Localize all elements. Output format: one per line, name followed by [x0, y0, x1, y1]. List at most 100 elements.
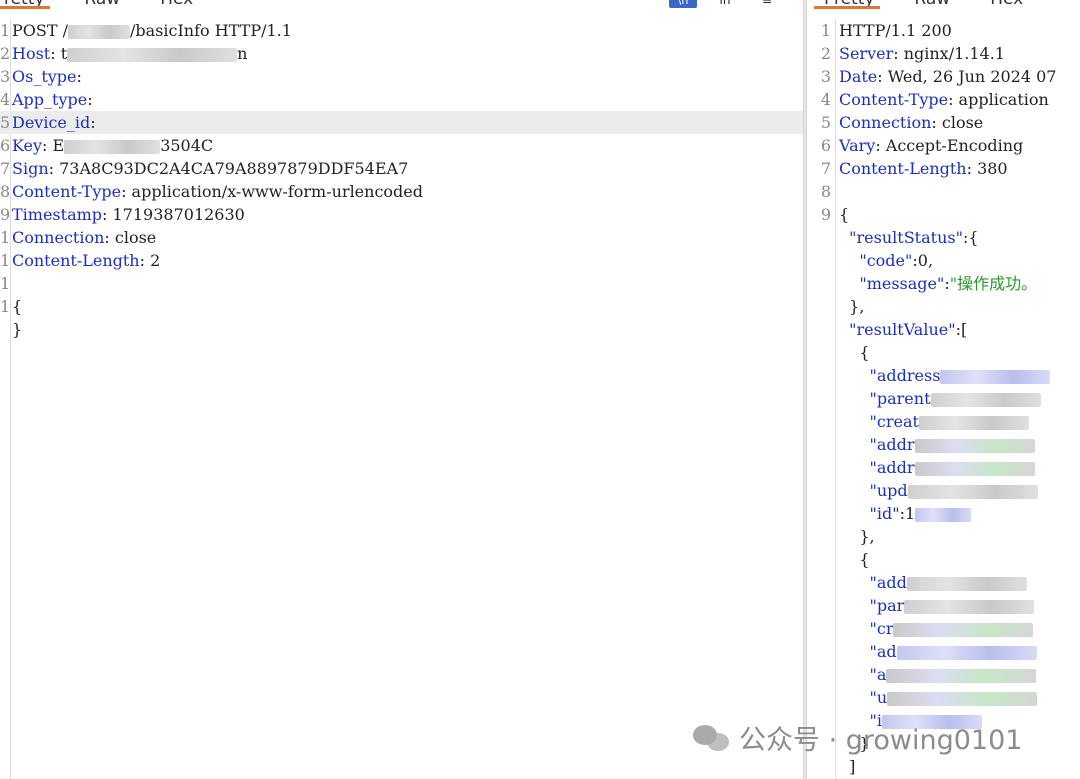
line-content: "upd — [839, 479, 1038, 502]
line-number: 2 — [0, 44, 9, 63]
text-value: : — [87, 90, 93, 109]
text-value: : application/x-www-form-urlencoded — [121, 182, 423, 201]
text-value: HTTP/1.1 200 — [839, 21, 952, 40]
line-number: 12 — [0, 274, 9, 293]
text-value: : 1719387012630 — [102, 205, 245, 224]
request-tabs: Pretty Raw Hex — [0, 0, 233, 9]
line-content: Timestamp: 1719387012630 — [12, 203, 245, 226]
text-value: } — [12, 320, 23, 339]
redacted-text — [940, 369, 1051, 384]
line-content: "addr — [839, 433, 1035, 456]
response-editor[interactable]: 1 HTTP/1.1 200 2 Server: nginx/1.14.1 3 Date:… — [807, 19, 1080, 779]
line-number: 1 — [0, 21, 9, 40]
line-number: 6 — [0, 136, 9, 155]
request-editor[interactable]: 1 POST / /basicInfo HTTP/1.1 2 Host: t n 3 Os_t… — [0, 19, 803, 779]
code-line: 1 POST / /basicInfo HTTP/1.1 — [0, 19, 803, 42]
text-value: : nginx/1.14.1 — [893, 44, 1005, 63]
text-value: :1 — [899, 504, 916, 523]
code-line: "cr — [807, 617, 1080, 640]
header-key: Server — [839, 44, 894, 63]
redacted-text — [896, 645, 1037, 660]
request-pane: Pretty Raw Hex \n ln ≡ 1POST / /basicInfo… — [0, 0, 803, 779]
line-number: 6 — [820, 136, 831, 155]
line-content: "parent — [839, 387, 1041, 410]
header-key: Content-Length — [839, 159, 967, 178]
line-content: Content-Type: application — [839, 88, 1049, 111]
header-key: Sign — [12, 159, 49, 178]
code-line: 2 Host: t n — [0, 42, 803, 65]
line-content: "resultStatus":{ — [839, 226, 978, 249]
redacted-text — [914, 461, 1035, 476]
line-content: "code":0, — [839, 249, 933, 272]
line-content: Connection: close — [839, 111, 983, 134]
line-content: { — [12, 295, 22, 318]
redacted-text — [907, 484, 1038, 499]
tab-hex[interactable]: Hex — [990, 0, 1023, 9]
line-number: 11 — [0, 251, 9, 270]
code-line: 7 Sign: 73A8C93DC2A4CA79A8897879DDF54EA7 — [0, 157, 803, 180]
header-key: "par — [839, 596, 905, 615]
line-numbers-toggle-icon[interactable]: \n — [669, 0, 697, 8]
redacted-text — [904, 599, 1035, 614]
line-number: 13 — [0, 297, 9, 316]
line-content: { — [839, 341, 869, 364]
code-line: 4 Content-Type: application — [807, 88, 1080, 111]
line-content: Host: t n — [12, 42, 247, 65]
tab-pretty[interactable]: Pretty — [0, 0, 51, 9]
text-value: POST / — [12, 21, 68, 40]
header-key: Host — [12, 44, 51, 63]
line-number: 7 — [820, 159, 831, 178]
tab-raw[interactable]: Raw — [84, 0, 120, 9]
code-line: 3 Date: Wed, 26 Jun 2024 07 — [807, 65, 1080, 88]
header-key: Vary — [839, 136, 876, 155]
code-line: "address — [807, 364, 1080, 387]
line-number: 3 — [820, 67, 831, 86]
tab-hex[interactable]: Hex — [160, 0, 193, 9]
code-line: "u — [807, 686, 1080, 709]
line-content: Content-Type: application/x-www-form-url… — [12, 180, 423, 203]
header-key: Key — [12, 136, 43, 155]
code-line: 3 Os_type: — [0, 65, 803, 88]
text-value: : 2 — [139, 251, 161, 270]
header-key: Content-Type — [12, 182, 122, 201]
line-content: ] — [839, 755, 855, 778]
line-number: 4 — [820, 90, 831, 109]
code-line: "code":0, — [807, 249, 1080, 272]
response-pane: Pretty Raw Hex 1 HTTP/1.1 200 2 Server: ngi… — [807, 0, 1080, 779]
code-line: }, — [807, 295, 1080, 318]
code-line: 5 Device_id: — [0, 111, 803, 134]
line-content: Server: nginx/1.14.1 — [839, 42, 1005, 65]
line-content: "address — [839, 364, 1051, 387]
tab-raw[interactable]: Raw — [914, 0, 950, 9]
text-value: : 380 — [966, 159, 1008, 178]
text-value: /basicInfo HTTP/1.1 — [130, 21, 292, 40]
code-line: "message":"操作成功。 — [807, 272, 1080, 295]
header-key: "upd — [839, 481, 908, 500]
watermark-text: 公众号 · growing0101 — [739, 725, 1023, 756]
header-key: Date — [839, 67, 878, 86]
redacted-text — [64, 139, 161, 154]
code-line: "ad — [807, 640, 1080, 663]
text-value: : close — [931, 113, 984, 132]
line-content: "par — [839, 594, 1035, 617]
text-value: :0, — [912, 251, 934, 270]
redacted-text — [68, 24, 130, 39]
line-content: Os_type: — [12, 65, 82, 88]
line-content: "addr — [839, 456, 1035, 479]
code-line: "add — [807, 571, 1080, 594]
redacted-text — [893, 622, 1034, 637]
tab-pretty[interactable]: Pretty — [813, 0, 881, 9]
line-content: }, — [839, 295, 864, 318]
line-content: } — [12, 318, 22, 341]
code-line: 7 Content-Length: 380 — [807, 157, 1080, 180]
line-content: HTTP/1.1 200 — [839, 19, 952, 42]
text-value: }, — [839, 297, 865, 316]
redacted-text — [915, 507, 972, 522]
wrap-toggle-icon[interactable]: ln — [711, 0, 739, 8]
text-value: : t — [50, 44, 68, 63]
line-number: 3 — [0, 67, 9, 86]
menu-icon[interactable]: ≡ — [753, 0, 781, 8]
code-line: 12 — [0, 272, 803, 295]
line-content: Content-Length: 2 — [12, 249, 160, 272]
header-key: "cr — [839, 619, 894, 638]
